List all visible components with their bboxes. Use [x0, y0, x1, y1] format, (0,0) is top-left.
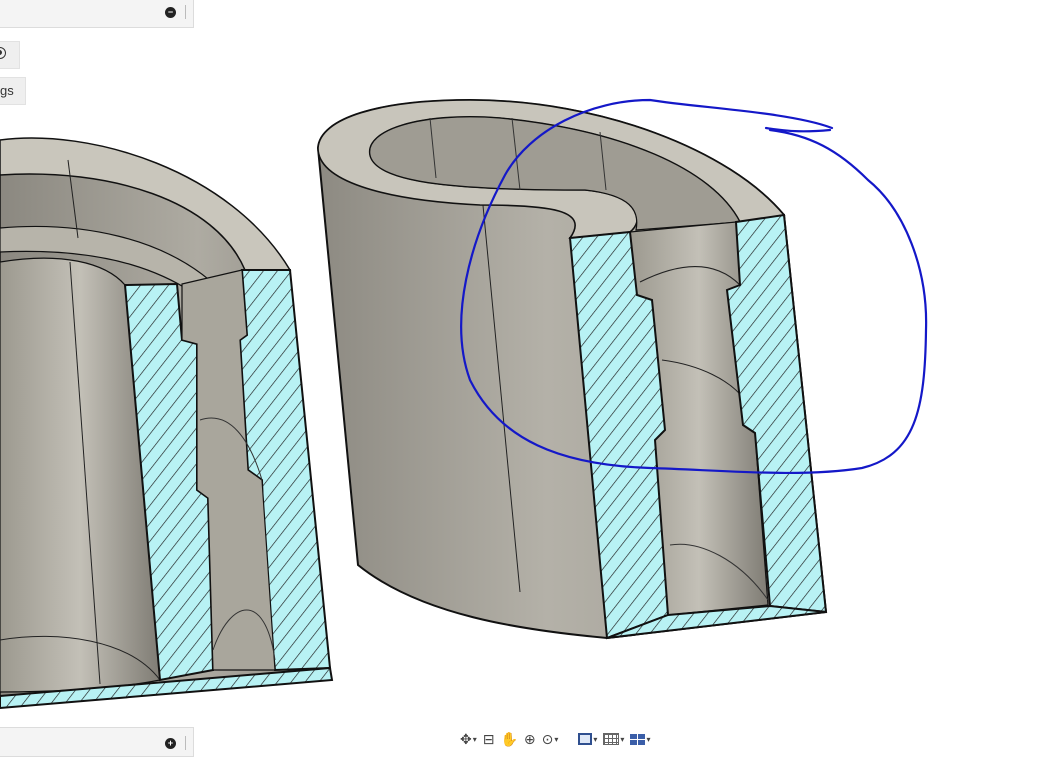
- right-part-model[interactable]: [316, 98, 828, 640]
- display-dropdown-icon[interactable]: ▾: [593, 735, 597, 744]
- display-settings-tool[interactable]: ▾: [578, 733, 597, 745]
- grid-snaps-tool[interactable]: ▾: [603, 733, 624, 745]
- fit-icon: ⊙: [541, 730, 554, 747]
- add-icon[interactable]: +: [165, 738, 176, 749]
- look-at-tool[interactable]: ⊟: [483, 731, 495, 748]
- pan-hand-icon: ✋: [500, 730, 518, 747]
- orbit-icon: ✥: [460, 730, 472, 747]
- grid-icon: [603, 733, 620, 745]
- fit-dropdown-icon[interactable]: ▾: [554, 735, 558, 744]
- left-part-model[interactable]: [0, 137, 334, 710]
- navigation-toolbar: ✥ ▾ ⊟ ✋ ⊕ ⊙ ▾ ▾ ▾ ▾: [460, 730, 840, 748]
- zoom-tool[interactable]: ⊕: [524, 731, 536, 748]
- grid-dropdown-icon[interactable]: ▾: [620, 735, 624, 744]
- viewports-dropdown-icon[interactable]: ▾: [646, 735, 650, 744]
- orbit-tool[interactable]: ✥ ▾: [460, 731, 477, 748]
- pan-tool[interactable]: ✋: [500, 731, 517, 748]
- look-at-icon: ⊟: [482, 730, 495, 747]
- display-settings-icon: [578, 733, 593, 745]
- cad-viewport[interactable]: [0, 0, 1041, 748]
- viewports-tool[interactable]: ▾: [630, 733, 650, 745]
- orbit-dropdown-icon[interactable]: ▾: [473, 735, 477, 744]
- comments-panel-bottom: +: [0, 727, 194, 757]
- fit-tool[interactable]: ⊙ ▾: [542, 731, 559, 748]
- viewports-icon: [630, 733, 646, 745]
- zoom-icon: ⊕: [523, 730, 536, 747]
